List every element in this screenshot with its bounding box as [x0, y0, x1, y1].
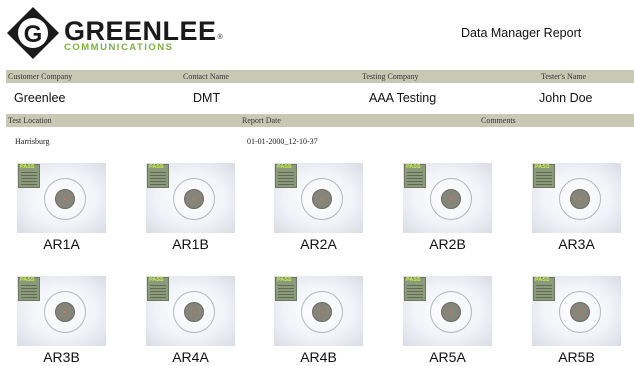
greenlee-logo-icon: G [7, 7, 59, 59]
pass-status: PASS [20, 277, 35, 283]
pass-status: PASS [535, 277, 550, 283]
customer-company-label: Customer Company [8, 72, 73, 81]
pass-status: PASS [20, 164, 35, 170]
pass-badge: PASS [275, 164, 297, 188]
pass-badge: PASS [533, 164, 555, 188]
pass-badge: PASS [18, 164, 40, 188]
brand-name: GREENLEE® [64, 16, 224, 46]
pass-badge: PASS [404, 277, 426, 301]
result-label: AR2A [300, 236, 337, 252]
report-date-label: Report Date [242, 116, 281, 125]
pass-badge: PASS [147, 277, 169, 301]
pass-badge: PASS [275, 277, 297, 301]
fiber-endface-image[interactable]: PASS [274, 276, 363, 346]
pass-status: PASS [277, 164, 292, 170]
pass-status: PASS [406, 164, 421, 170]
result-label: AR1A [43, 236, 80, 252]
fiber-endface-image[interactable]: PASS [403, 163, 492, 233]
pass-status: PASS [149, 277, 164, 283]
registered-mark: ® [217, 34, 224, 41]
result-label: AR1B [172, 236, 209, 252]
result-label: AR3B [43, 349, 80, 365]
fiber-endface-image[interactable]: PASS [532, 276, 621, 346]
fiber-endface-image[interactable]: PASS [146, 163, 235, 233]
testing-company-value: AAA Testing [369, 91, 437, 105]
pass-badge: PASS [404, 164, 426, 188]
contact-name-value: DMT [193, 91, 221, 105]
fiber-endface-image[interactable]: PASS [403, 276, 492, 346]
pass-status: PASS [149, 164, 164, 170]
fiber-endface-image[interactable]: PASS [17, 276, 106, 346]
info-header-bar: Customer Company Contact Name Testing Co… [6, 70, 634, 83]
core-center-dot [450, 198, 452, 200]
fiber-endface-image[interactable]: PASS [17, 163, 106, 233]
report-header: G GREENLEE® COMMUNICATIONS Data Manager … [0, 0, 634, 66]
fiber-endface-image[interactable]: PASS [274, 163, 363, 233]
result-label: AR5A [429, 349, 466, 365]
pass-status: PASS [277, 277, 292, 283]
pass-status: PASS [406, 277, 421, 283]
core-center-dot [64, 311, 66, 313]
fiber-endface-image[interactable]: PASS [146, 276, 235, 346]
svg-text:G: G [24, 21, 43, 48]
pass-badge: PASS [18, 277, 40, 301]
result-label: AR3A [558, 236, 595, 252]
core-center-dot [321, 311, 323, 313]
test-location-value: Harrisburg [15, 137, 50, 146]
core-center-dot [321, 198, 323, 200]
result-label: AR2B [429, 236, 466, 252]
testers-name-label: Tester's Name [541, 72, 587, 81]
test-location-label: Test Location [8, 116, 52, 125]
pass-badge: PASS [533, 277, 555, 301]
brand-subtitle: COMMUNICATIONS [64, 42, 174, 53]
result-label: AR4A [172, 349, 209, 365]
core-center-dot [579, 311, 581, 313]
core-center-dot [193, 311, 195, 313]
result-label: AR5B [558, 349, 595, 365]
comments-label: Comments [481, 116, 516, 125]
customer-company-value: Greenlee [14, 91, 66, 105]
testing-company-label: Testing Company [362, 72, 419, 81]
pass-status: PASS [535, 164, 550, 170]
core-center-dot [579, 198, 581, 200]
pass-badge: PASS [147, 164, 169, 188]
report-title: Data Manager Report [461, 26, 582, 40]
testers-name-value: John Doe [539, 91, 593, 105]
location-header-bar: Test Location Report Date Comments [6, 114, 634, 127]
core-center-dot [193, 198, 195, 200]
contact-name-label: Contact Name [183, 72, 229, 81]
core-center-dot [450, 311, 452, 313]
report-date-value: 01-01-2000_12-10-37 [247, 137, 318, 146]
core-center-dot [64, 198, 66, 200]
fiber-endface-image[interactable]: PASS [532, 163, 621, 233]
result-label: AR4B [300, 349, 337, 365]
